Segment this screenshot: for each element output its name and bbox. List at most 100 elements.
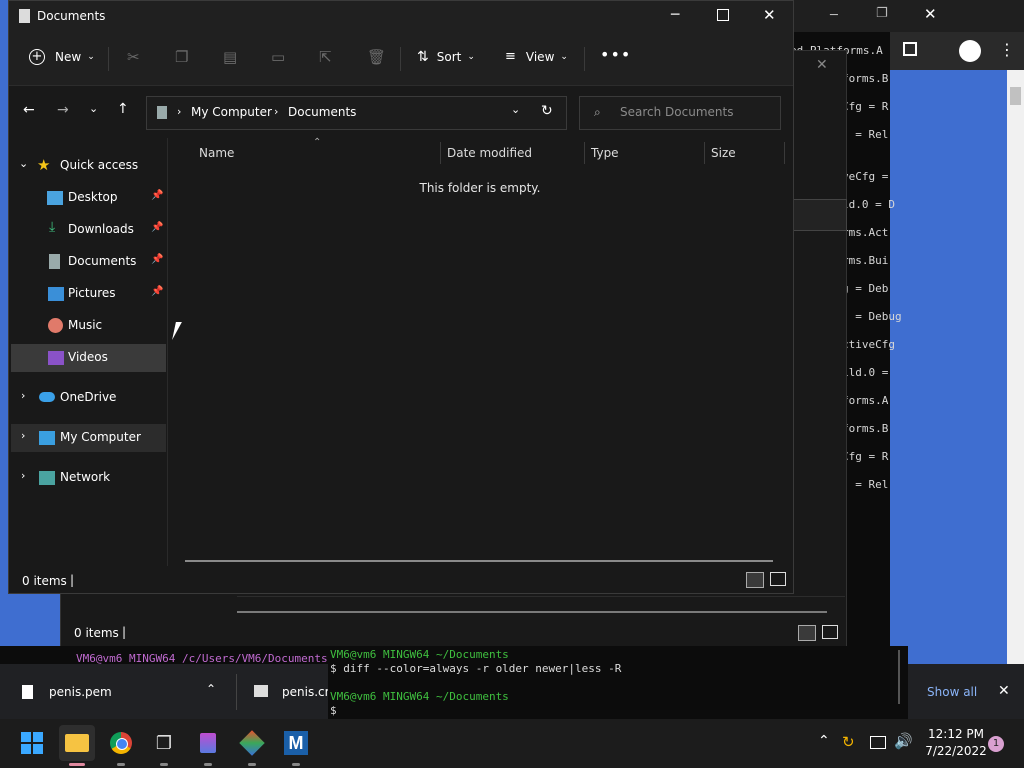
chevron-up-icon[interactable]: ⌃ <box>818 733 830 749</box>
navigation-pane: ⌄ ★ Quick access Desktop 📌 ⤓ Downloads 📌… <box>9 138 167 566</box>
address-row: ← → ⌄ ↑ › My Computer › Documents ⌄ ↻ ⌕ … <box>9 86 793 138</box>
pin-icon[interactable]: 📌 <box>151 222 163 233</box>
details-view-icon[interactable] <box>746 572 764 588</box>
mingw-taskbar-icon[interactable]: M <box>278 725 314 761</box>
page-scrollbar[interactable] <box>1007 70 1024 664</box>
file-icon <box>22 685 33 699</box>
recent-locations-icon[interactable]: ⌄ <box>89 102 98 115</box>
maximize-icon[interactable] <box>717 9 729 21</box>
refresh-icon[interactable]: ↻ <box>541 103 553 119</box>
search-box[interactable]: ⌕ Search Documents <box>579 96 781 130</box>
close-icon[interactable]: ✕ <box>763 6 776 24</box>
more-menu-icon[interactable]: ⋮ <box>999 40 1015 59</box>
more-options-icon[interactable]: ••• <box>600 45 631 64</box>
restore-icon[interactable]: ❐ <box>876 6 888 21</box>
nav-onedrive[interactable]: › OneDrive <box>11 384 166 412</box>
nav-my-computer[interactable]: › My Computer <box>11 424 166 452</box>
forward-icon[interactable]: → <box>57 102 69 118</box>
minimize-icon[interactable]: ─ <box>671 7 679 23</box>
nav-videos[interactable]: Videos <box>11 344 166 372</box>
task-view-icon[interactable]: ❐ <box>146 725 182 761</box>
sync-icon[interactable]: ↻ <box>842 733 855 751</box>
download-icon: ⤓ <box>49 219 56 235</box>
clock-date[interactable]: 7/22/2022 <box>925 744 987 758</box>
terminal-line: ) = Debug <box>842 310 902 323</box>
details-view-icon[interactable] <box>798 625 816 641</box>
chevron-up-icon[interactable]: ⌃ <box>206 682 216 696</box>
sidepanel-icon[interactable] <box>903 42 917 56</box>
notification-badge[interactable]: 1 <box>988 736 1004 752</box>
terminal-scrollbar[interactable] <box>898 650 900 704</box>
tiles-view-icon[interactable] <box>770 572 786 586</box>
view-button[interactable]: ≡ View ⌄ <box>505 49 568 64</box>
new-button[interactable]: + New ⌄ <box>29 49 95 65</box>
scrollbar-thumb[interactable] <box>1010 87 1021 105</box>
share-icon[interactable]: ⇱ <box>319 48 332 66</box>
close-icon[interactable]: ✕ <box>998 683 1010 699</box>
nav-downloads[interactable]: ⤓ Downloads 📌 <box>11 216 166 244</box>
volume-icon[interactable]: 🔊 <box>894 732 913 750</box>
nav-network[interactable]: › Network <box>11 464 166 492</box>
terminal-line: g = Deb <box>842 282 889 295</box>
paste-icon[interactable]: ▤ <box>223 48 237 66</box>
nav-music[interactable]: Music <box>11 312 166 340</box>
breadcrumb-my-computer[interactable]: My Computer <box>191 105 272 119</box>
minimize-icon[interactable]: ─ <box>830 8 838 23</box>
rename-icon[interactable]: ▭ <box>271 48 285 66</box>
display-icon[interactable] <box>870 736 886 749</box>
column-header-name[interactable]: Name <box>199 146 234 160</box>
nav-label: Pictures <box>68 286 116 300</box>
nav-pictures[interactable]: Pictures 📌 <box>11 280 166 308</box>
sort-button[interactable]: ⇅ Sort ⌄ <box>417 49 475 65</box>
nav-quick-access[interactable]: ⌄ ★ Quick access <box>11 152 166 180</box>
nav-label: Videos <box>68 350 108 364</box>
clock-time[interactable]: 12:12 PM <box>925 727 987 741</box>
music-icon <box>48 318 63 333</box>
chevron-down-icon[interactable]: ⌄ <box>511 103 520 116</box>
copy-icon[interactable]: ❐ <box>175 48 188 66</box>
file-explorer-taskbar-icon[interactable] <box>59 725 95 761</box>
up-icon[interactable]: ↑ <box>117 101 129 117</box>
column-divider[interactable] <box>584 142 585 164</box>
command-bar: + New ⌄ ✂ ❐ ▤ ▭ ⇱ 🗑 ⇅ Sort ⌄ ≡ View ⌄ ••… <box>9 33 793 86</box>
horizontal-scrollbar[interactable] <box>237 611 827 613</box>
chevron-right-icon: › <box>21 429 26 442</box>
download-item-name[interactable]: penis.pem <box>49 685 112 699</box>
terminal-line: ld.0 = D <box>842 198 895 211</box>
app-taskbar-icon[interactable] <box>190 725 226 761</box>
horizontal-scrollbar[interactable] <box>185 560 773 562</box>
cloud-icon <box>39 392 55 402</box>
breadcrumb-documents[interactable]: Documents <box>288 105 356 119</box>
back-icon[interactable]: ← <box>23 102 35 118</box>
terminal-line: rms.Bui <box>842 254 889 267</box>
column-header-size[interactable]: Size <box>711 146 736 160</box>
column-header-type[interactable]: Type <box>591 146 619 160</box>
close-icon[interactable]: ✕ <box>816 57 828 73</box>
column-divider[interactable] <box>784 142 785 164</box>
tiles-view-icon[interactable] <box>822 625 838 639</box>
terminal-line: Cfg = R <box>842 450 889 463</box>
close-icon[interactable]: ✕ <box>924 5 937 23</box>
column-divider[interactable] <box>704 142 705 164</box>
pin-icon[interactable]: 📌 <box>151 254 163 265</box>
cut-icon[interactable]: ✂ <box>127 48 140 66</box>
terminal-window[interactable]: VM6@vm6 MINGW64 ~/Documents $ diff --col… <box>328 646 908 719</box>
empty-folder-message: This folder is empty. <box>419 181 541 195</box>
column-header-date-modified[interactable]: Date modified <box>447 146 532 160</box>
nav-documents[interactable]: Documents 📌 <box>11 248 166 276</box>
search-box[interactable] <box>791 199 847 231</box>
terminal-command: $ <box>330 704 337 717</box>
chrome-taskbar-icon[interactable] <box>103 725 139 761</box>
running-indicator <box>204 763 212 766</box>
address-bar[interactable]: › My Computer › Documents ⌄ ↻ <box>146 96 567 130</box>
profile-avatar-icon[interactable] <box>959 40 981 62</box>
show-all-link[interactable]: Show all <box>927 685 977 699</box>
start-icon[interactable] <box>14 725 50 761</box>
pane-divider[interactable] <box>167 138 168 566</box>
pin-icon[interactable]: 📌 <box>151 286 163 297</box>
download-item-name[interactable]: penis.cr <box>282 685 330 699</box>
column-divider[interactable] <box>440 142 441 164</box>
nav-label: Downloads <box>68 222 134 236</box>
git-taskbar-icon[interactable] <box>234 725 270 761</box>
delete-icon[interactable]: 🗑 <box>367 48 386 66</box>
